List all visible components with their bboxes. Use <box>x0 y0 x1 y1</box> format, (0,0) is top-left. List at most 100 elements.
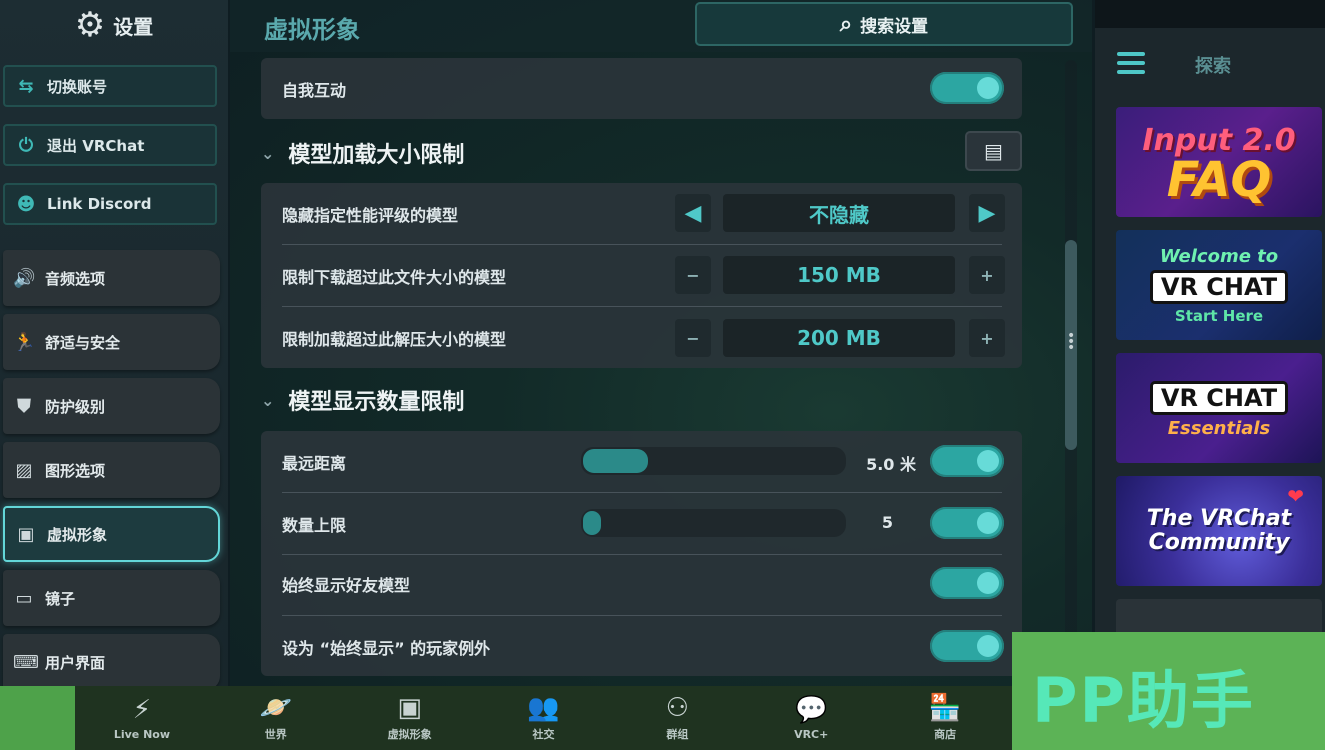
always-show-friends-label: 始终显示好友模型 <box>282 576 411 595</box>
sidebar-item-mirror[interactable]: ▭ 镜子 <box>3 570 220 626</box>
explore-panel: 探索 Input 2.0 FAQ Welcome to VR CHAT Star… <box>1095 0 1325 686</box>
nav-live-now[interactable]: ⚡ Live Now <box>75 686 209 750</box>
toggle-knob <box>977 572 999 594</box>
toggle-knob <box>977 77 999 99</box>
max-count-slider[interactable] <box>581 509 846 537</box>
vrc-plus-icon: 💬 <box>795 694 828 725</box>
slider-fill <box>583 511 601 535</box>
always-show-exception-row: 设为 “始终显示” 的玩家例外 <box>261 616 1022 678</box>
sidebar-item-graphics[interactable]: ▨ 图形选项 <box>3 442 220 498</box>
promo-welcome[interactable]: Welcome to VR CHAT Start Here <box>1116 230 1322 340</box>
document-button[interactable]: ▤ <box>965 131 1022 171</box>
sidebar-item-user-interface[interactable]: ⌨ 用户界面 <box>3 634 220 690</box>
sidebar-item-protection[interactable]: ⛊ 防护级别 <box>3 378 220 434</box>
max-distance-label: 最远距离 <box>282 454 347 473</box>
hide-performance-value-text: 不隐藏 <box>809 202 869 227</box>
max-count-toggle[interactable] <box>930 507 1004 539</box>
chevron-down-icon: ⌄ <box>261 390 275 410</box>
promo-community[interactable]: ❤ The VRChat Community <box>1116 476 1322 586</box>
chevron-down-icon: ⌄ <box>261 143 275 163</box>
vrchat-logo: VR CHAT <box>1149 380 1289 415</box>
promo-input-faq[interactable]: Input 2.0 FAQ <box>1116 107 1322 217</box>
sidebar-item-avatar[interactable]: ▣ 虚拟形象 <box>3 506 220 562</box>
hide-performance-value[interactable]: 不隐藏 <box>723 194 955 232</box>
hamburger-menu-icon[interactable] <box>1117 52 1145 76</box>
switch-account-button[interactable]: ⇆ 切换账号 <box>3 65 217 107</box>
avatar-settings-panel: 虚拟形象 ⌕ 搜索设置 自我互动 ⌄ 模型加载大小限制 ▤ 隐藏指定性能评级的模… <box>230 0 1092 686</box>
max-distance-toggle[interactable] <box>930 445 1004 477</box>
always-show-exception-toggle[interactable] <box>930 630 1004 662</box>
self-interact-toggle[interactable] <box>930 72 1004 104</box>
sidebar-title: 设置 <box>113 14 154 39</box>
promo-essentials[interactable]: VR CHAT Essentials <box>1116 353 1322 463</box>
uncompressed-size-plus-button[interactable]: + <box>969 319 1005 357</box>
promo-line: The VRChat <box>1146 506 1292 531</box>
power-icon: ⏻ <box>18 134 34 156</box>
download-size-plus-button[interactable]: + <box>969 256 1005 294</box>
self-interact-row: 自我互动 <box>261 58 1022 119</box>
minus-icon: − <box>686 265 700 285</box>
nav-avatars[interactable]: ▣ 虚拟形象 <box>343 686 477 750</box>
watermark-logo: PP助手 <box>1032 664 1255 737</box>
previous-arrow-button[interactable]: ◀ <box>675 194 711 232</box>
sidebar-item-label: 图形选项 <box>45 461 106 480</box>
promo-line: Start Here <box>1174 306 1264 325</box>
promo-line: Essentials <box>1167 417 1271 439</box>
nav-label: 虚拟形象 <box>387 728 432 741</box>
self-interact-label: 自我互动 <box>282 80 347 100</box>
sidebar-item-comfort-safety[interactable]: 🏃 舒适与安全 <box>3 314 220 370</box>
gear-icon: ⚙ <box>74 5 106 45</box>
toggle-knob <box>977 512 999 534</box>
nav-label: VRC+ <box>794 727 829 741</box>
right-top-bar <box>1095 0 1325 28</box>
planet-icon: 🪐 <box>259 693 292 723</box>
promo-line: Welcome to <box>1159 245 1279 267</box>
uncompressed-size-limit-label: 限制加载超过此解压大小的模型 <box>282 330 507 349</box>
toggle-knob <box>977 635 999 657</box>
sidebar-item-label: 镜子 <box>45 589 76 608</box>
switch-account-icon: ⇆ <box>18 75 34 97</box>
bottom-navigation: ⚡ Live Now 🪐 世界 ▣ 虚拟形象 👥 社交 ⚇ 群组 💬 VRC+ … <box>75 686 1012 750</box>
always-show-friends-toggle[interactable] <box>930 567 1004 599</box>
display-limit-title: 模型显示数量限制 <box>288 390 465 415</box>
slider-fill <box>583 449 648 473</box>
drag-handle-icon[interactable]: • • • <box>1067 329 1075 355</box>
page-title: 虚拟形象 <box>264 16 360 44</box>
promo-line: FAQ <box>1166 151 1272 208</box>
max-count-value: 5 <box>881 513 893 532</box>
avatar-icon: ▣ <box>397 693 422 723</box>
scrollbar[interactable] <box>1065 60 1077 680</box>
sidebar-item-label: 防护级别 <box>45 397 106 416</box>
download-size-minus-button[interactable]: − <box>675 256 711 294</box>
nav-label: 世界 <box>264 728 287 741</box>
nav-worlds[interactable]: 🪐 世界 <box>209 686 343 750</box>
nav-label: 群组 <box>666 728 689 741</box>
download-size-value: 150 MB <box>723 256 955 294</box>
next-arrow-button[interactable]: ▶ <box>969 194 1005 232</box>
exit-vrchat-label: 退出 VRChat <box>47 136 145 155</box>
plus-icon: + <box>980 265 994 285</box>
people-icon: 👥 <box>527 693 560 723</box>
max-distance-value: 5.0 米 <box>866 455 916 474</box>
link-discord-button[interactable]: ☻ Link Discord <box>3 183 217 225</box>
explore-header: 探索 <box>1095 40 1325 90</box>
keyboard-icon: ⌨ <box>13 651 39 673</box>
exit-vrchat-button[interactable]: ⏻ 退出 VRChat <box>3 124 217 166</box>
load-limit-section-header[interactable]: ⌄ 模型加载大小限制 <box>261 133 464 173</box>
nav-social[interactable]: 👥 社交 <box>477 686 611 750</box>
max-distance-slider[interactable] <box>581 447 846 475</box>
document-icon: ▤ <box>984 139 1003 163</box>
nav-groups[interactable]: ⚇ 群组 <box>610 686 744 750</box>
nav-vrc-plus[interactable]: 💬 VRC+ <box>744 686 878 750</box>
search-settings-button[interactable]: ⌕ 搜索设置 <box>695 2 1073 46</box>
main-header: 虚拟形象 ⌕ 搜索设置 <box>230 0 1092 52</box>
sidebar-item-audio[interactable]: 🔊 音频选项 <box>3 250 220 306</box>
uncompressed-size-value: 200 MB <box>723 319 955 357</box>
uncompressed-size-minus-button[interactable]: − <box>675 319 711 357</box>
download-size-limit-label: 限制下载超过此文件大小的模型 <box>282 268 507 287</box>
nav-store[interactable]: 🏪 商店 <box>878 686 1012 750</box>
sidebar-item-label: 用户界面 <box>45 653 106 672</box>
display-limit-section-header[interactable]: ⌄ 模型显示数量限制 <box>261 380 464 420</box>
link-discord-label: Link Discord <box>47 195 152 213</box>
plus-icon: + <box>980 328 994 348</box>
